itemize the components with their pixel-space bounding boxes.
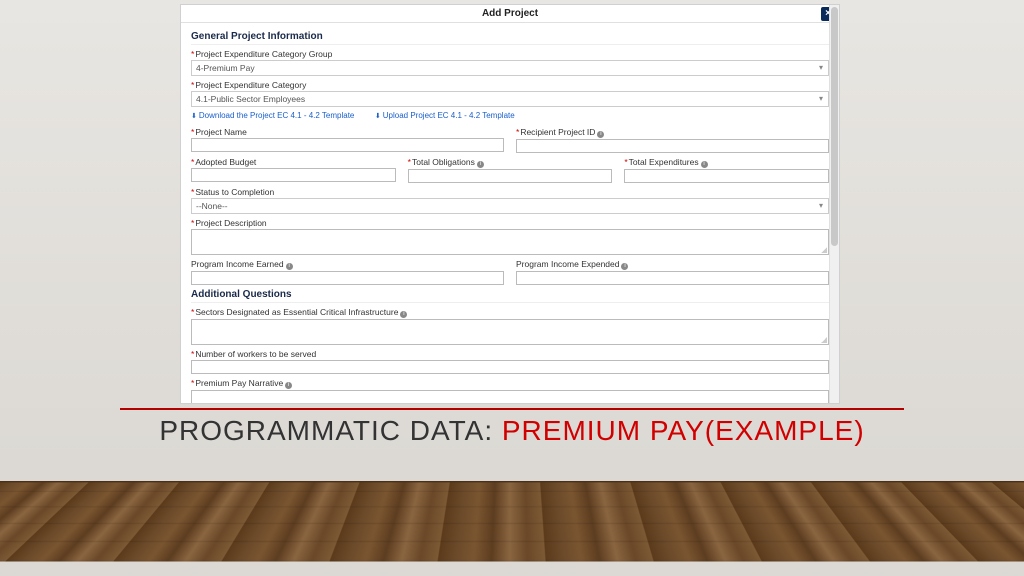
label-status: *Status to Completion	[191, 187, 829, 197]
title-black: PROGRAMMATIC DATA:	[159, 415, 502, 446]
info-icon[interactable]: i	[701, 161, 708, 168]
label-sectors: *Sectors Designated as Essential Critica…	[191, 307, 829, 318]
download-template-link[interactable]: Download the Project EC 4.1 - 4.2 Templa…	[191, 111, 354, 120]
input-recipient-id[interactable]	[516, 139, 829, 153]
input-project-name[interactable]	[191, 138, 504, 152]
info-icon[interactable]: i	[597, 131, 604, 138]
label-project-name: *Project Name	[191, 127, 504, 137]
form-screenshot: Add Project × General Project Informatio…	[180, 4, 840, 404]
select-cat[interactable]: 4.1-Public Sector Employees	[191, 91, 829, 107]
label-narrative: *Premium Pay Narrativei	[191, 378, 829, 389]
label-income-expended: Program Income Expendedi	[516, 259, 829, 270]
label-total-expenditures: *Total Expendituresi	[624, 157, 829, 168]
floor-decoration	[0, 481, 1024, 562]
modal-header: Add Project ×	[181, 5, 839, 23]
info-icon[interactable]: i	[400, 311, 407, 318]
input-income-earned[interactable]	[191, 271, 504, 285]
title-red: PREMIUM PAY(EXAMPLE)	[502, 415, 865, 446]
section-additional: Additional Questions	[191, 285, 829, 303]
scrollbar-thumb[interactable]	[831, 7, 838, 246]
info-icon[interactable]: i	[477, 161, 484, 168]
scrollbar[interactable]	[829, 5, 839, 403]
input-income-expended[interactable]	[516, 271, 829, 285]
textarea-narrative[interactable]	[191, 390, 829, 404]
info-icon[interactable]: i	[621, 263, 628, 270]
label-recipient-id: *Recipient Project IDi	[516, 127, 829, 138]
select-cat-group[interactable]: 4-Premium Pay	[191, 60, 829, 76]
input-total-expenditures[interactable]	[624, 169, 829, 183]
input-total-obligations[interactable]	[408, 169, 613, 183]
slide-title: PROGRAMMATIC DATA: PREMIUM PAY(EXAMPLE)	[0, 415, 1024, 447]
label-income-earned: Program Income Earnedi	[191, 259, 504, 270]
info-icon[interactable]: i	[285, 382, 292, 389]
input-workers[interactable]	[191, 360, 829, 374]
modal-title: Add Project	[482, 8, 538, 19]
section-general: General Project Information	[191, 27, 829, 45]
label-workers: *Number of workers to be served	[191, 349, 829, 359]
label-adopted-budget: *Adopted Budget	[191, 157, 396, 167]
title-divider	[120, 408, 904, 410]
label-description: *Project Description	[191, 218, 829, 228]
textarea-description[interactable]	[191, 229, 829, 255]
info-icon[interactable]: i	[286, 263, 293, 270]
textarea-sectors[interactable]	[191, 319, 829, 345]
upload-template-link[interactable]: Upload Project EC 4.1 - 4.2 Template	[375, 111, 515, 120]
label-cat-group: *Project Expenditure Category Group	[191, 49, 829, 59]
select-status[interactable]: --None--	[191, 198, 829, 214]
label-total-obligations: *Total Obligationsi	[408, 157, 613, 168]
label-cat: *Project Expenditure Category	[191, 80, 829, 90]
input-adopted-budget[interactable]	[191, 168, 396, 182]
